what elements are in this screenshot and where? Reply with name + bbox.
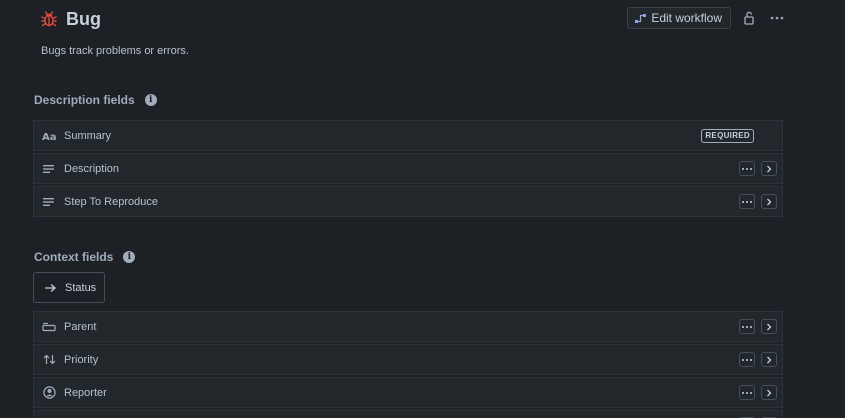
description-fields-title: Description fields <box>34 93 135 107</box>
field-label: Summary <box>64 129 112 142</box>
paragraph-icon <box>42 195 56 209</box>
chevron-right-icon[interactable] <box>761 352 777 367</box>
header-actions: Edit workflow <box>627 7 787 29</box>
more-options-button[interactable] <box>739 194 755 209</box>
field-row-priority[interactable]: Priority <box>33 344 783 375</box>
field-label: Description <box>64 162 120 175</box>
page-header: Bug <box>40 6 101 32</box>
info-icon[interactable]: i <box>144 94 157 106</box>
arrow-right-icon <box>43 281 57 295</box>
person-icon <box>42 386 56 400</box>
field-row-step-to-reproduce[interactable]: Step To Reproduce <box>33 186 783 217</box>
priority-icon <box>42 353 56 367</box>
more-options-button[interactable] <box>739 161 755 176</box>
edit-workflow-label: Edit workflow <box>651 11 722 25</box>
field-row-partial[interactable] <box>33 410 783 418</box>
chevron-right-icon[interactable] <box>761 161 777 176</box>
chevron-right-icon[interactable] <box>761 385 777 400</box>
context-fields-heading: Context fields i <box>34 250 136 264</box>
more-options-button[interactable] <box>739 319 755 334</box>
field-row-parent[interactable]: Parent <box>33 311 783 342</box>
context-fields-title: Context fields <box>34 250 114 264</box>
row-actions <box>739 385 777 400</box>
description-fields-heading: Description fields i <box>34 93 157 107</box>
chevron-right-icon[interactable] <box>761 194 777 209</box>
workflow-icon <box>634 12 647 25</box>
context-fields-list: Parent Priority Reporter <box>33 311 783 418</box>
field-row-description[interactable]: Description <box>33 153 783 184</box>
description-fields-list: Aa Summary REQUIRED Description Step To … <box>33 120 783 219</box>
edit-workflow-button[interactable]: Edit workflow <box>627 7 731 29</box>
field-label: Priority <box>64 353 99 366</box>
svg-text:Aa: Aa <box>42 132 56 141</box>
status-label: Status <box>65 281 97 294</box>
field-label: Step To Reproduce <box>64 195 158 208</box>
row-actions <box>739 352 777 367</box>
row-actions <box>739 161 777 176</box>
field-row-reporter[interactable]: Reporter <box>33 377 783 408</box>
row-actions <box>739 319 777 334</box>
field-row-summary[interactable]: Aa Summary REQUIRED <box>33 120 783 151</box>
row-actions <box>739 194 777 209</box>
more-options-button[interactable] <box>739 385 755 400</box>
field-label: Reporter <box>64 386 107 399</box>
paragraph-icon <box>42 162 56 176</box>
chevron-right-icon[interactable] <box>761 319 777 334</box>
more-icon[interactable] <box>767 7 787 29</box>
text-format-icon: Aa <box>42 129 56 143</box>
field-label: Parent <box>64 320 97 333</box>
required-badge: REQUIRED <box>701 129 754 143</box>
work-type-settings-page: Bug Edit workflow Bugs track problems or… <box>0 0 845 418</box>
parent-icon <box>42 320 56 334</box>
page-description: Bugs track problems or errors. <box>41 45 189 57</box>
more-options-button[interactable] <box>739 352 755 367</box>
bug-icon <box>40 10 58 28</box>
unlock-icon[interactable] <box>739 7 759 29</box>
status-field[interactable]: Status <box>33 272 105 303</box>
info-icon[interactable]: i <box>123 251 136 263</box>
page-title: Bug <box>66 8 101 29</box>
